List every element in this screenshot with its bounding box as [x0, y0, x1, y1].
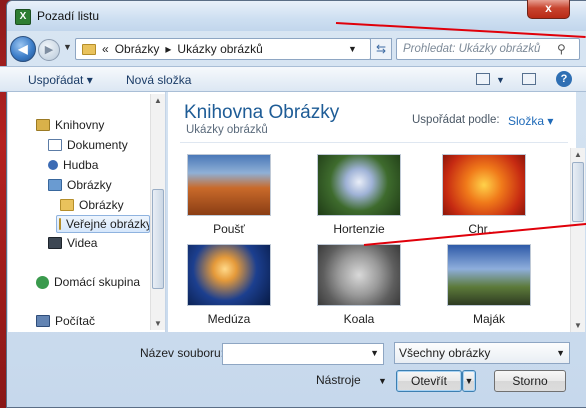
homegroup-icon [36, 275, 49, 289]
sidebar-item-label: Počítač [55, 314, 96, 328]
file-tile-poust[interactable]: Poušť [174, 154, 284, 236]
sidebar-item-pictures[interactable]: Obrázky [48, 178, 112, 192]
file-tile-majak[interactable]: Maják [434, 244, 544, 326]
close-button[interactable]: x [527, 0, 570, 19]
sidebar-scroll-thumb[interactable] [152, 189, 164, 289]
chrysanthemum-thumbnail [442, 154, 526, 216]
sidebar-item-label: Obrázky [79, 198, 124, 212]
preview-pane-icon[interactable] [522, 73, 536, 85]
search-icon[interactable]: ⚲ [557, 39, 566, 59]
search-placeholder: Prohledat: Ukázky obrázků [403, 43, 541, 55]
sidebar-item-label: Veřejné obrázky [66, 217, 150, 231]
desert-thumbnail [187, 154, 271, 216]
tools-label: Nástroje [316, 373, 361, 387]
sidebar-item-label: Obrázky [67, 178, 112, 192]
file-tile-meduza[interactable]: Medúza [174, 244, 284, 326]
filename-dropdown-icon[interactable]: ▼ [370, 348, 379, 358]
sidebar-item-public-pictures[interactable]: Veřejné obrázky [56, 215, 150, 233]
address-dropdown-icon[interactable]: ▼ [348, 44, 357, 54]
scroll-down-icon[interactable]: ▼ [574, 321, 582, 330]
file-name: Hortenzie [333, 222, 385, 236]
scroll-down-icon[interactable]: ▼ [154, 319, 162, 328]
file-name: Koala [343, 312, 375, 326]
content-scrollbar[interactable]: ▲ ▼ [570, 148, 585, 332]
file-type-dropdown-icon: ▼ [556, 348, 565, 358]
breadcrumb-arrow-icon[interactable]: ▸ [165, 42, 171, 56]
hydrangea-thumbnail [317, 154, 401, 216]
navigation-pane: Knihovny Dokumenty Hudba Obrázky Obrázky… [8, 92, 166, 332]
header-divider [180, 142, 568, 143]
sidebar-item-label: Hudba [63, 158, 99, 172]
file-name: Poušť [213, 222, 245, 236]
forward-button[interactable]: ▶ [38, 39, 60, 61]
koala-thumbnail [317, 244, 401, 306]
window-title: Pozadí listu [37, 9, 100, 23]
file-tile-koala[interactable]: Koala [304, 244, 414, 326]
history-dropdown-icon[interactable]: ▼ [63, 42, 72, 52]
sidebar-item-label: Videa [67, 236, 98, 250]
content-scroll-thumb[interactable] [572, 162, 584, 222]
refresh-button[interactable]: ⇆ [370, 38, 392, 60]
breadcrumb-separator: « [102, 42, 109, 56]
breadcrumb-obrazky[interactable]: Obrázky [115, 42, 160, 56]
excel-icon: X [15, 9, 31, 25]
cancel-button[interactable]: Storno [494, 370, 566, 392]
arrange-by-dropdown[interactable]: Složka ▾ [508, 114, 553, 128]
library-title: Knihovna Obrázky [184, 102, 340, 123]
file-type-select[interactable]: Všechny obrázky ▼ [394, 342, 570, 364]
breadcrumb-ukazky[interactable]: Ukázky obrázků [177, 42, 262, 56]
view-options-icon[interactable] [476, 73, 490, 85]
organize-button[interactable]: Uspořádat ▾ [28, 73, 93, 87]
file-name: Medúza [207, 312, 251, 326]
jellyfish-thumbnail [187, 244, 271, 306]
lighthouse-thumbnail [447, 244, 531, 306]
filename-label: Název souboru: [140, 346, 225, 360]
tools-menu[interactable]: Nástroje ▼ [316, 373, 387, 387]
sidebar-item-music[interactable]: Hudba [48, 158, 98, 172]
arrange-by-label: Uspořádat podle: [412, 114, 500, 126]
navigation-bar: ◀ ▶ ▼ « Obrázky ▸ Ukázky obrázků ▼ ⇆ Pro… [0, 34, 586, 62]
help-icon[interactable]: ? [556, 71, 572, 87]
folder-icon [59, 218, 61, 230]
scroll-up-icon[interactable]: ▲ [574, 150, 582, 159]
videos-icon [48, 237, 62, 249]
back-button[interactable]: ◀ [10, 36, 36, 62]
pictures-icon [48, 179, 62, 191]
sidebar-scrollbar[interactable]: ▲ ▼ [150, 94, 165, 330]
view-dropdown-icon[interactable]: ▼ [496, 75, 505, 85]
sidebar-item-label: Knihovny [55, 118, 105, 132]
documents-icon [48, 139, 62, 151]
library-subtitle: Ukázky obrázků [186, 124, 268, 136]
computer-icon [36, 315, 50, 327]
sidebar-item-label: Domácí skupina [54, 275, 141, 289]
sidebar-item-my-pictures[interactable]: Obrázky [60, 198, 124, 212]
sidebar-item-documents[interactable]: Dokumenty [48, 138, 128, 152]
file-name: Maják [472, 312, 505, 326]
open-dropdown-icon[interactable]: ▼ [462, 370, 476, 392]
folder-icon [60, 199, 74, 211]
toolbar: Uspořádat ▾ Nová složka ▼ ? [0, 66, 586, 92]
library-icon [36, 119, 50, 131]
search-input[interactable]: Prohledat: Ukázky obrázků ⚲ [396, 38, 580, 60]
filename-input[interactable]: ▼ [222, 343, 384, 365]
music-icon [48, 160, 58, 170]
sidebar-item-libraries[interactable]: Knihovny [36, 118, 104, 132]
scroll-up-icon[interactable]: ▲ [154, 96, 162, 105]
open-button[interactable]: Otevřít [396, 370, 462, 392]
folder-icon [82, 43, 96, 55]
sidebar-item-homegroup[interactable]: Domácí skupina [36, 275, 140, 289]
sidebar-item-label: Dokumenty [67, 138, 128, 152]
address-bar[interactable]: « Obrázky ▸ Ukázky obrázků [75, 38, 371, 60]
sidebar-item-computer[interactable]: Počítač [36, 314, 95, 328]
file-type-value: Všechny obrázky [399, 346, 491, 360]
file-tile-chryzantema[interactable]: Chr… [434, 154, 534, 236]
sidebar-item-videos[interactable]: Videa [48, 236, 97, 250]
file-list-pane: Knihovna Obrázky Ukázky obrázků Uspořáda… [168, 92, 585, 332]
title-bar[interactable]: X Pozadí listu [7, 1, 586, 31]
tools-dropdown-icon: ▼ [378, 376, 387, 386]
new-folder-button[interactable]: Nová složka [126, 73, 191, 87]
file-tile-hortenzie[interactable]: Hortenzie [304, 154, 414, 236]
